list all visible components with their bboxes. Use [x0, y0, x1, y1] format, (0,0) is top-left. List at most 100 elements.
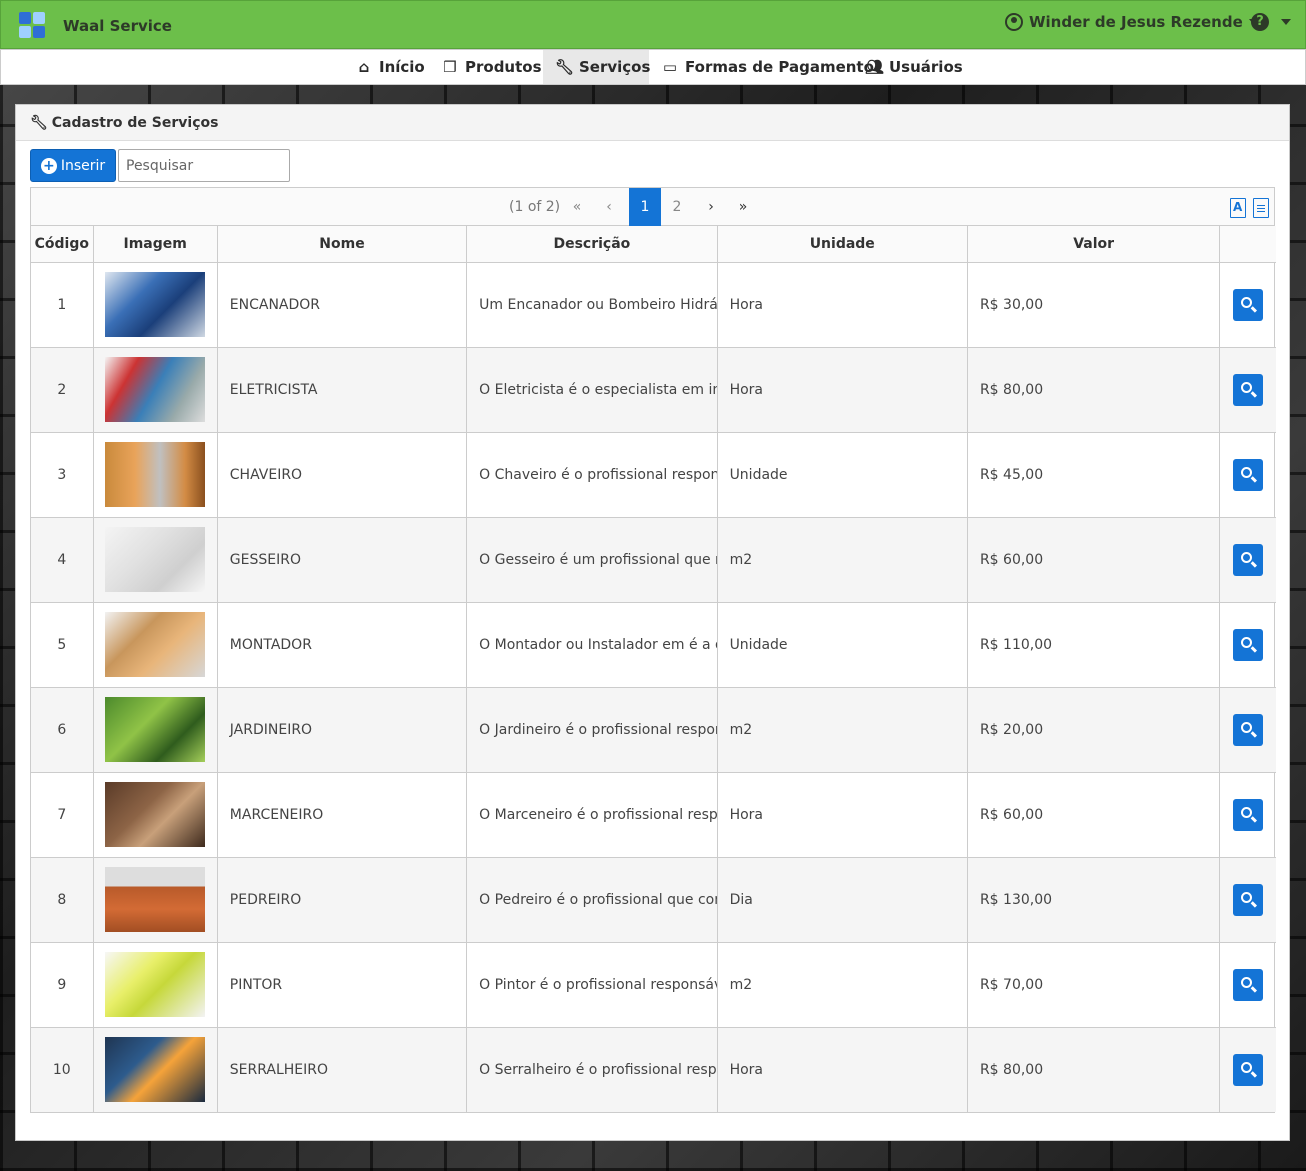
col-header-nome[interactable]: Nome [216, 226, 468, 263]
table-row[interactable]: 6 JARDINEIRO O Jardineiro é o profission… [31, 686, 1276, 773]
cell-code: 2 [31, 346, 94, 433]
search-input[interactable] [118, 149, 290, 182]
cell-actions [1219, 346, 1276, 433]
nav-item-produtos[interactable]: ❒ Produtos [429, 50, 554, 84]
cell-description: O Jardineiro é o profissional responsáve… [466, 686, 718, 773]
search-icon [1241, 976, 1253, 988]
table-row[interactable]: 10 SERRALHEIRO O Serralheiro é o profiss… [31, 1026, 1276, 1112]
cell-actions [1219, 1026, 1276, 1112]
table-row[interactable]: 4 GESSEIRO O Gesseiro é um profissional … [31, 516, 1276, 603]
panel-title: Cadastro de Serviços [51, 114, 219, 131]
cell-image [92, 1026, 218, 1112]
cell-image [92, 346, 218, 433]
help-menu[interactable]: ? [1251, 13, 1291, 31]
page-1-button[interactable]: 1 [629, 188, 661, 226]
user-menu[interactable]: Winder de Jesus Rezende [1005, 13, 1259, 31]
cell-value: R$ 20,00 [966, 686, 1221, 773]
cell-name: SERRALHEIRO [216, 1026, 468, 1112]
search-icon [1241, 551, 1253, 563]
last-page-icon[interactable]: » [727, 188, 759, 226]
page-2-button[interactable]: 2 [661, 188, 693, 226]
table-row[interactable]: 1 ENCANADOR Um Encanador ou Bombeiro Hid… [31, 261, 1276, 348]
first-page-icon[interactable]: « [561, 188, 593, 226]
cell-value: R$ 130,00 [966, 856, 1221, 943]
cubes-icon: ❒ [443, 58, 457, 76]
page-info: (1 of 2) [509, 199, 561, 215]
cell-image [92, 601, 218, 688]
service-image [105, 442, 206, 507]
view-button[interactable] [1233, 1053, 1264, 1086]
cell-unit: Hora [716, 346, 968, 433]
col-header-imagem: Imagem [92, 226, 218, 263]
table-row[interactable]: 2 ELETRICISTA O Eletricista é o especial… [31, 346, 1276, 433]
table-row[interactable]: 7 MARCENEIRO O Marceneiro é o profission… [31, 771, 1276, 858]
cell-value: R$ 110,00 [966, 601, 1221, 688]
cell-name: PEDREIRO [216, 856, 468, 943]
table-row[interactable]: 8 PEDREIRO O Pedreiro é o profissional q… [31, 856, 1276, 943]
top-bar: Waal Service Winder de Jesus Rezende ? [0, 0, 1306, 49]
main-nav: ⌂ Início ❒ Produtos 🔧︎ Serviços ▭ Formas… [0, 49, 1306, 85]
toolbar: + Inserir [30, 149, 290, 182]
table-row[interactable]: 3 CHAVEIRO O Chaveiro é o profissional r… [31, 431, 1276, 518]
col-header-actions [1219, 226, 1276, 263]
cell-description: O Montador ou Instalador em é a designaç… [466, 601, 718, 688]
cell-value: R$ 45,00 [966, 431, 1221, 518]
view-button[interactable] [1233, 798, 1264, 831]
cell-image [92, 686, 218, 773]
view-button[interactable] [1233, 713, 1264, 746]
nav-item-servicos[interactable]: 🔧︎ Serviços [543, 50, 651, 84]
insert-button[interactable]: + Inserir [30, 149, 116, 182]
cell-code: 8 [31, 856, 94, 943]
users-icon: 👥︎ [865, 58, 885, 76]
col-header-unidade[interactable]: Unidade [716, 226, 968, 263]
cell-description: O Serralheiro é o profissional responsáv… [466, 1026, 718, 1112]
col-header-codigo[interactable]: Código [31, 226, 94, 263]
cell-code: 10 [31, 1026, 94, 1112]
services-panel: 🔧︎ Cadastro de Serviços + Inserir (1 of … [15, 104, 1290, 1141]
nav-item-label: Serviços [579, 58, 651, 76]
cell-unit: Hora [716, 1026, 968, 1112]
view-button[interactable] [1233, 883, 1264, 916]
table-row[interactable]: 5 MONTADOR O Montador ou Instalador em é… [31, 601, 1276, 688]
wrench-icon: 🔧︎ [30, 114, 48, 131]
search-icon [1241, 636, 1253, 648]
export-document-icon[interactable] [1253, 198, 1269, 218]
view-button[interactable] [1233, 373, 1264, 406]
nav-item-inicio[interactable]: ⌂ Início [343, 50, 437, 84]
cell-code: 1 [31, 261, 94, 348]
cell-image [92, 771, 218, 858]
cell-image [92, 856, 218, 943]
service-image [105, 357, 206, 422]
view-button[interactable] [1233, 288, 1264, 321]
cell-image [92, 516, 218, 603]
app-logo-icon[interactable] [19, 12, 47, 40]
cell-unit: m2 [716, 516, 968, 603]
cell-description: O Eletricista é o especialista em instal… [466, 346, 718, 433]
cell-description: Um Encanador ou Bombeiro Hidráulico [466, 261, 718, 348]
service-image [105, 612, 206, 677]
cell-code: 9 [31, 941, 94, 1028]
service-image [105, 697, 206, 762]
prev-page-icon[interactable]: ‹ [593, 188, 625, 226]
export-pdf-icon[interactable] [1230, 198, 1246, 218]
cell-name: GESSEIRO [216, 516, 468, 603]
cell-value: R$ 30,00 [966, 261, 1221, 348]
view-button[interactable] [1233, 628, 1264, 661]
cell-name: CHAVEIRO [216, 431, 468, 518]
service-image [105, 782, 206, 847]
question-circle-icon: ? [1251, 13, 1269, 31]
cell-description: O Marceneiro é o profissional responsáve… [466, 771, 718, 858]
home-icon: ⌂ [358, 58, 370, 76]
col-header-descricao[interactable]: Descrição [466, 226, 718, 263]
table-row[interactable]: 9 PINTOR O Pintor é o profissional respo… [31, 941, 1276, 1028]
view-button[interactable] [1233, 968, 1264, 1001]
next-page-icon[interactable]: › [695, 188, 727, 226]
nav-item-usuarios[interactable]: 👥︎ Usuários [853, 50, 975, 84]
view-button[interactable] [1233, 458, 1264, 491]
services-table: (1 of 2) « ‹ 1 2 › » Código Imagem Nome … [30, 187, 1276, 1113]
wrench-icon: 🔧︎ [555, 58, 575, 76]
col-header-valor[interactable]: Valor [966, 226, 1221, 263]
cell-name: PINTOR [216, 941, 468, 1028]
nav-item-formas-de-pagamento[interactable]: ▭ Formas de Pagamento [649, 50, 886, 84]
view-button[interactable] [1233, 543, 1264, 576]
